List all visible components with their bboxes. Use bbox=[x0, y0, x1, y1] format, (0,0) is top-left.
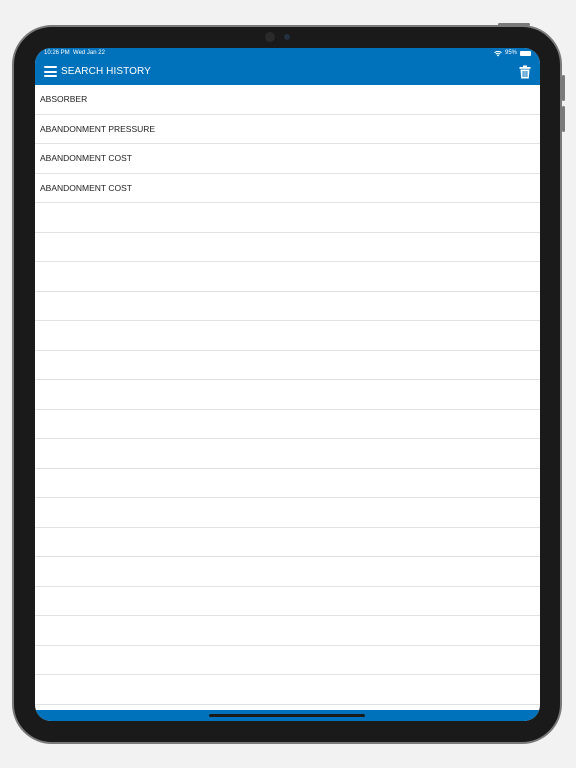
status-time: 10:26 PM bbox=[44, 50, 70, 56]
history-item[interactable]: ABANDONMENT PRESSURE bbox=[35, 115, 540, 144]
history-item[interactable]: ABSORBER bbox=[35, 85, 540, 115]
empty-row bbox=[35, 203, 540, 233]
bottom-bar bbox=[35, 710, 540, 721]
history-item[interactable]: ABANDONMENT COST bbox=[35, 144, 540, 174]
screen: 10:26 PM Wed Jan 22 95% SEARCH HISTORY A… bbox=[35, 48, 540, 721]
empty-row bbox=[35, 616, 540, 646]
status-right: 95% bbox=[494, 48, 531, 59]
empty-row bbox=[35, 380, 540, 410]
empty-row bbox=[35, 498, 540, 528]
camera-icon bbox=[265, 32, 275, 42]
battery-percent: 95% bbox=[504, 50, 517, 56]
empty-row bbox=[35, 292, 540, 321]
status-date: Wed Jan 22 bbox=[73, 50, 105, 56]
status-time-date: 10:26 PM Wed Jan 22 bbox=[44, 48, 105, 59]
empty-row bbox=[35, 410, 540, 439]
battery-fill bbox=[521, 52, 530, 55]
hamburger-menu-icon[interactable] bbox=[44, 66, 57, 77]
empty-row bbox=[35, 233, 540, 262]
history-item[interactable]: ABANDONMENT COST bbox=[35, 174, 540, 203]
volume-down-button bbox=[562, 106, 565, 132]
empty-row bbox=[35, 557, 540, 587]
empty-row bbox=[35, 351, 540, 380]
battery-icon bbox=[520, 51, 531, 56]
wifi-icon bbox=[494, 50, 502, 56]
sensor-icon bbox=[284, 34, 290, 40]
volume-up-button bbox=[562, 75, 565, 101]
empty-row bbox=[35, 646, 540, 675]
history-list: ABSORBER ABANDONMENT PRESSURE ABANDONMENT … bbox=[35, 85, 540, 710]
empty-row bbox=[35, 528, 540, 557]
empty-row bbox=[35, 439, 540, 469]
trash-icon[interactable] bbox=[519, 65, 531, 79]
empty-row bbox=[35, 675, 540, 705]
status-bar: 10:26 PM Wed Jan 22 95% bbox=[35, 48, 540, 59]
navigation-bar: SEARCH HISTORY bbox=[35, 59, 540, 85]
empty-row bbox=[35, 587, 540, 616]
empty-row bbox=[35, 262, 540, 292]
empty-row bbox=[35, 469, 540, 498]
home-indicator[interactable] bbox=[209, 714, 365, 717]
empty-row bbox=[35, 321, 540, 351]
page-title: SEARCH HISTORY bbox=[61, 66, 151, 77]
